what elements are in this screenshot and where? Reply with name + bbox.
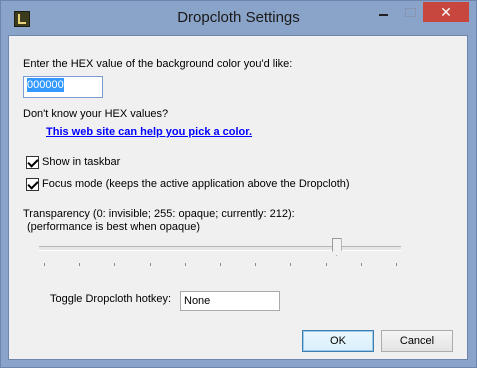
show-in-taskbar-checkbox[interactable]: [26, 155, 39, 169]
focus-mode-label: Focus mode (keeps the active application…: [42, 178, 350, 190]
dialog-body: Enter the HEX value of the background co…: [8, 35, 468, 360]
slider-tick: [325, 263, 327, 266]
slider-tick: [184, 263, 186, 266]
close-button[interactable]: ✕: [423, 2, 469, 22]
transparency-slider[interactable]: [36, 236, 404, 266]
slider-tick: [114, 263, 116, 266]
maximize-icon: [404, 8, 416, 18]
cancel-button[interactable]: Cancel: [381, 330, 453, 352]
slider-track[interactable]: [39, 246, 401, 251]
hotkey-input[interactable]: None: [180, 291, 280, 311]
slider-tick: [360, 263, 362, 266]
slider-tick: [149, 263, 151, 266]
hotkey-label: Toggle Dropcloth hotkey:: [50, 293, 172, 305]
hex-color-input[interactable]: 000000: [23, 76, 103, 98]
transparency-note: (performance is best when opaque): [27, 221, 201, 233]
slider-tick: [255, 263, 257, 266]
hex-value: 000000: [27, 78, 64, 92]
focus-mode-checkbox[interactable]: [26, 177, 39, 191]
maximize-button: [397, 2, 423, 22]
hex-help-question: Don't know your HEX values?: [23, 108, 169, 120]
minimize-button[interactable]: [370, 2, 396, 22]
transparency-label: Transparency (0: invisible; 255: opaque;…: [23, 208, 295, 220]
focus-mode-option[interactable]: Focus mode (keeps the active application…: [26, 177, 350, 191]
dropcloth-settings-window: Dropcloth Settings ✕ Enter the HEX value…: [0, 0, 477, 368]
slider-thumb[interactable]: [331, 238, 342, 256]
title-bar[interactable]: Dropcloth Settings ✕: [1, 1, 476, 36]
ok-button[interactable]: OK: [302, 330, 374, 352]
color-picker-link[interactable]: This web site can help you pick a color.: [46, 126, 252, 138]
show-in-taskbar-option[interactable]: Show in taskbar: [26, 155, 120, 169]
slider-tick: [220, 263, 221, 266]
slider-tick: [44, 263, 45, 266]
slider-tick: [290, 263, 292, 266]
minimize-icon: [378, 13, 388, 16]
show-in-taskbar-label: Show in taskbar: [42, 156, 121, 168]
slider-tick: [396, 263, 397, 266]
hex-label: Enter the HEX value of the background co…: [23, 58, 293, 70]
close-icon: ✕: [440, 4, 452, 20]
slider-tick: [79, 263, 81, 266]
